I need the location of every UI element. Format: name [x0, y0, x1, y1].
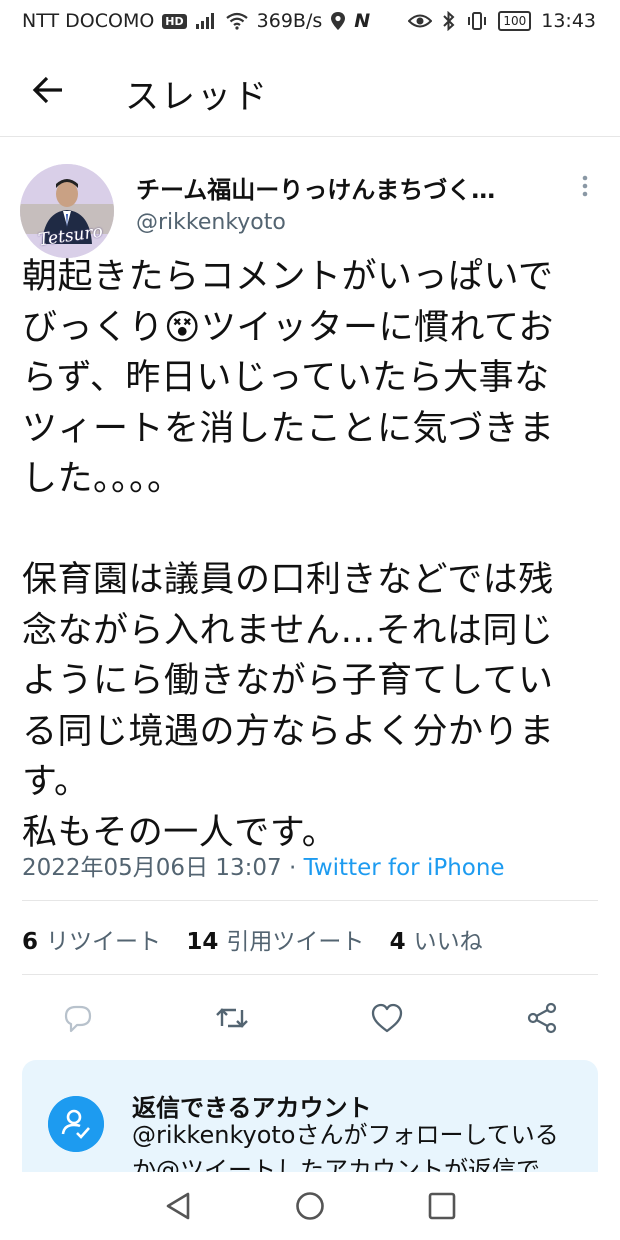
tweet-meta: 2022年05月06日 13:07 · Twitter for iPhone [22, 848, 505, 882]
user-check-icon [48, 1096, 104, 1152]
tweet-source[interactable]: Twitter for iPhone [304, 855, 505, 881]
notice-body: @rikkenkyotoさんがフォローしている か@ツイートしたアカウントが返信… [132, 1121, 559, 1172]
likes-stat[interactable]: 4 いいね [390, 929, 483, 955]
wifi-icon [225, 12, 248, 30]
tweet-text: 朝起きたらコメントがいっぱいで びっくり😵ツイッターに慣れてお らず、昨日いじっ… [22, 257, 555, 853]
quotes-count: 14 [186, 929, 219, 955]
location-icon [331, 12, 346, 30]
retweets-stat[interactable]: 6 リツイート [22, 929, 161, 955]
reply-restriction-notice: 返信できるアカウント @rikkenkyotoさんがフォローしている か@ツイー… [22, 1060, 598, 1172]
tweet-timestamp[interactable]: 2022年05月06日 13:07 [22, 855, 282, 881]
like-icon[interactable] [369, 1000, 405, 1036]
system-navigation-bar [0, 1172, 620, 1240]
quotes-label: 引用ツイート [226, 929, 365, 955]
reply-icon[interactable] [60, 1000, 96, 1036]
more-options-icon[interactable] [575, 172, 595, 202]
retweets-count: 6 [22, 929, 39, 955]
likes-label: いいね [413, 929, 483, 955]
signal-icon [195, 13, 214, 29]
likes-count: 4 [389, 929, 406, 955]
divider [22, 900, 598, 901]
status-right: 100 13:43 [408, 10, 596, 32]
hd-badge: HD [162, 13, 187, 29]
display-name[interactable]: チーム福山ーりっけんまちづく… [136, 170, 495, 205]
retweet-icon[interactable] [214, 1000, 250, 1036]
battery-icon: 100 [498, 11, 532, 31]
meta-separator: · [288, 855, 297, 881]
carrier-label: NTT DOCOMO [22, 10, 155, 32]
nav-recents-icon[interactable] [422, 1186, 462, 1226]
user-handle[interactable]: @rikkenkyoto [136, 210, 286, 235]
page-title: スレッド [125, 77, 269, 117]
bluetooth-icon [443, 11, 455, 31]
top-app-bar: スレッド [0, 44, 620, 137]
status-bar: NTT DOCOMO HD 369B/s N 100 13:43 [0, 0, 620, 44]
quotes-stat[interactable]: 14 引用ツイート [186, 929, 364, 955]
nav-home-icon[interactable] [290, 1186, 330, 1226]
retweets-label: リツイート [46, 929, 162, 955]
share-icon[interactable] [524, 1000, 560, 1036]
avatar[interactable]: Tetsuro [20, 164, 114, 258]
status-left: NTT DOCOMO HD 369B/s N [22, 10, 370, 32]
network-speed: 369B/s [256, 10, 323, 32]
back-arrow-icon[interactable] [30, 72, 66, 108]
n-indicator: N [354, 10, 371, 32]
eye-icon [408, 14, 433, 28]
divider [22, 974, 598, 975]
clock: 13:43 [541, 10, 596, 32]
vibrate-icon [468, 12, 487, 30]
engagement-stats: 6 リツイート 14 引用ツイート 4 いいね [22, 922, 483, 956]
nav-back-icon[interactable] [158, 1186, 198, 1226]
